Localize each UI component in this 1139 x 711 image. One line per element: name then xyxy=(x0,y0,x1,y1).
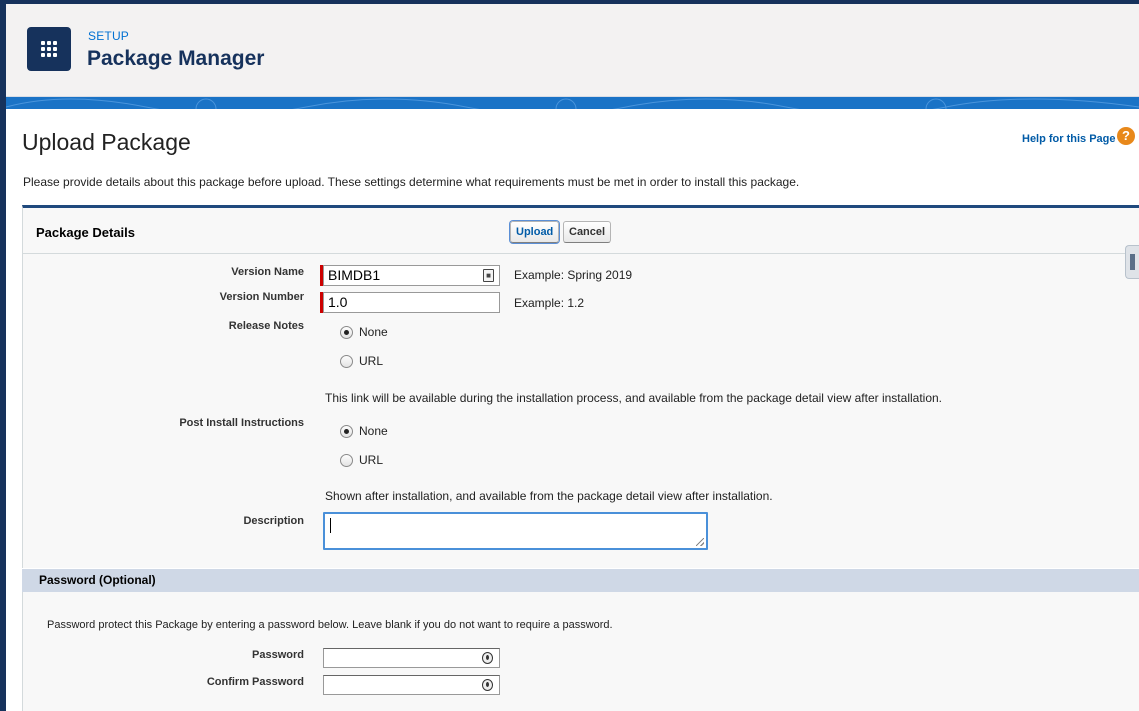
release-notes-label: Release Notes xyxy=(228,320,304,332)
version-name-input[interactable]: BIMDB1 ■ xyxy=(323,265,500,286)
version-number-input[interactable]: 1.0 xyxy=(323,292,500,313)
radio-label: None xyxy=(359,424,388,438)
cancel-button[interactable]: Cancel xyxy=(563,221,612,243)
help-link[interactable]: Help for this Page xyxy=(1022,133,1116,145)
confirm-password-input[interactable] xyxy=(323,675,500,695)
page-title: Upload Package xyxy=(22,129,191,155)
contact-card-icon[interactable]: ■ xyxy=(483,269,494,282)
side-panel-handle[interactable] xyxy=(1125,245,1139,279)
section-header: Package Details Upload Cancel xyxy=(23,208,1139,254)
post-install-url-option[interactable]: URL xyxy=(340,453,383,467)
page-intro: Please provide details about this packag… xyxy=(23,175,800,189)
password-section-title: Password (Optional) xyxy=(39,573,156,587)
app-launcher-grid-icon[interactable] xyxy=(27,27,71,71)
breadcrumb[interactable]: SETUP xyxy=(88,29,129,43)
version-name-value: BIMDB1 xyxy=(328,267,381,283)
resize-handle-icon[interactable] xyxy=(696,538,704,546)
text-caret xyxy=(330,518,331,533)
lock-icon xyxy=(482,679,493,691)
upload-button[interactable]: Upload xyxy=(510,221,560,243)
release-notes-url-radio[interactable] xyxy=(340,354,353,368)
description-label: Description xyxy=(243,515,304,527)
section-title: Package Details xyxy=(36,225,136,240)
lock-icon xyxy=(482,652,493,664)
version-number-value: 1.0 xyxy=(328,294,348,310)
description-textarea[interactable] xyxy=(323,512,708,550)
release-notes-url-option[interactable]: URL xyxy=(340,354,383,368)
release-notes-none-radio[interactable] xyxy=(340,325,353,339)
page-header-title: Package Manager xyxy=(87,47,265,70)
post-install-none-option[interactable]: None xyxy=(340,424,388,438)
release-notes-none-option[interactable]: None xyxy=(340,325,388,339)
post-install-label: Post Install Instructions xyxy=(179,417,304,429)
password-input[interactable] xyxy=(323,648,500,668)
help-icon[interactable]: ? xyxy=(1117,127,1135,145)
version-number-label: Version Number xyxy=(219,291,304,303)
radio-label: URL xyxy=(359,354,384,368)
post-install-help: Shown after installation, and available … xyxy=(325,489,773,503)
version-name-example: Example: Spring 2019 xyxy=(514,268,633,282)
version-number-example: Example: 1.2 xyxy=(514,296,585,310)
password-label: Password xyxy=(252,649,304,661)
confirm-password-label: Confirm Password xyxy=(206,676,304,688)
radio-label: None xyxy=(359,325,388,339)
version-name-label: Version Name xyxy=(231,266,304,278)
post-install-none-radio[interactable] xyxy=(340,424,353,438)
post-install-url-radio[interactable] xyxy=(340,453,353,467)
setup-header: SETUP Package Manager xyxy=(6,4,1139,97)
radio-label: URL xyxy=(359,453,384,467)
password-intro: Password protect this Package by enterin… xyxy=(47,619,613,631)
decorative-banner xyxy=(6,97,1139,109)
password-section-header: Password (Optional) xyxy=(22,568,1139,592)
release-notes-help: This link will be available during the i… xyxy=(325,391,943,405)
